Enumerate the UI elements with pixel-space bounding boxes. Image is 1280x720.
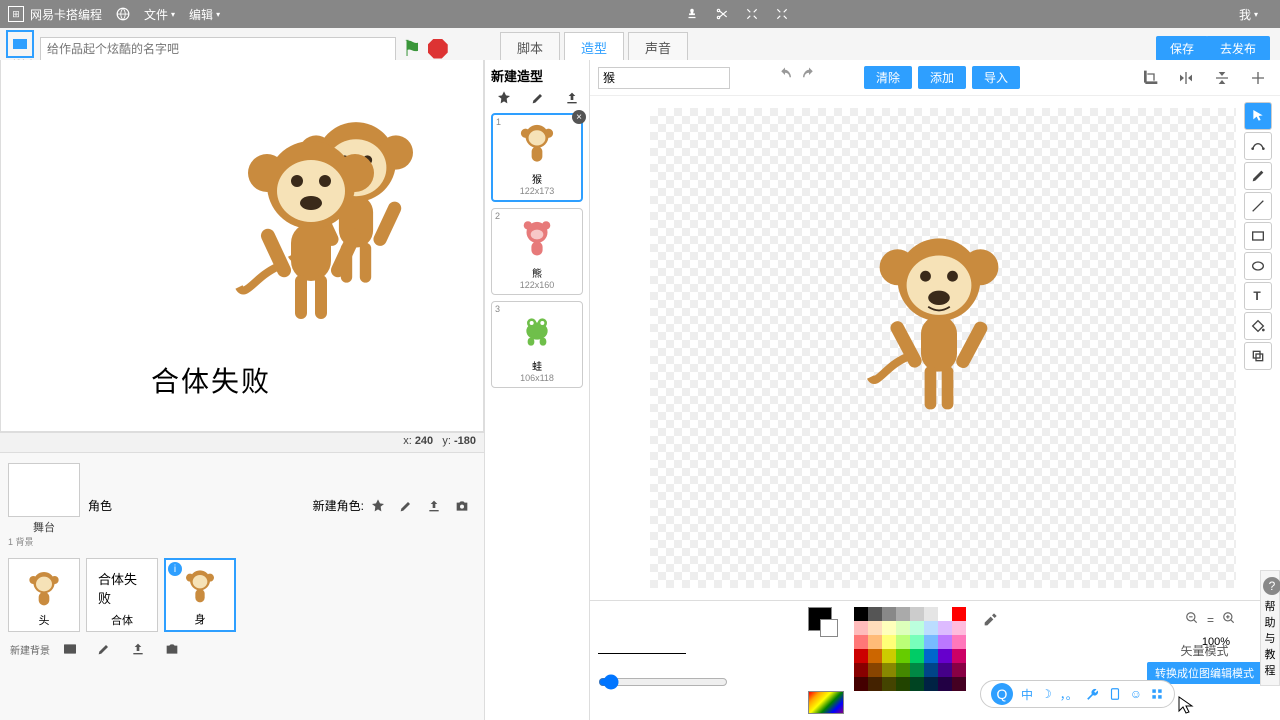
stamp-icon[interactable] [683,5,701,23]
canvas-content [849,223,1029,423]
stage: 合体失败 [0,60,484,432]
flip-h-icon[interactable] [1177,69,1195,87]
duplicate-tool[interactable] [1244,342,1272,370]
rect-tool[interactable] [1244,222,1272,250]
brush-size-slider[interactable] [598,674,728,690]
pencil-tool[interactable] [1244,162,1272,190]
background-color[interactable] [820,619,838,637]
top-menu-bar: ⊞ 网易卡搭编程 文件▾ 编辑▾ 我▾ [0,0,1280,28]
select-tool[interactable] [1244,102,1272,130]
globe-icon[interactable] [116,7,130,21]
help-icon[interactable]: ? [1263,577,1280,595]
sprites-title: 角色 [88,497,112,514]
stage-thumbnail[interactable] [8,463,80,517]
undo-icon[interactable] [776,66,794,89]
clipboard-icon[interactable] [1108,687,1122,701]
stop-icon[interactable] [428,39,448,59]
mouse-cursor [1178,696,1194,716]
green-flag-icon[interactable]: ⚑ [402,36,422,62]
sprite-card-body[interactable]: i 身 [164,558,236,632]
stage-size-icon[interactable] [6,30,34,58]
import-button[interactable]: 导入 [972,66,1020,89]
help-sidebar[interactable]: ? 帮助与教程 [1260,570,1280,686]
upload-costume-icon[interactable] [564,89,580,107]
contract-icon[interactable] [773,5,791,23]
camera-backdrop-icon[interactable] [163,640,181,658]
color-picker-icon[interactable] [808,691,844,714]
stage-sublabel: 1 背景 [8,535,80,548]
fill-tool[interactable] [1244,312,1272,340]
camera-sprite-icon[interactable] [453,497,471,515]
new-sprite-label: 新建角色: [313,497,364,514]
costume-name-input[interactable] [598,67,730,89]
costume-card-3[interactable]: 3 蛙 106x118 [491,301,583,388]
expand-icon[interactable] [743,5,761,23]
save-button[interactable]: 保存 [1156,36,1208,61]
costume-title: 新建造型 [491,66,583,85]
brand-label: 网易卡搭编程 [30,6,102,23]
project-title-input[interactable] [40,37,396,61]
paint-sprite-icon[interactable] [397,497,415,515]
upload-backdrop-icon[interactable] [129,640,147,658]
reshape-tool[interactable] [1244,132,1272,160]
line-tool[interactable] [1244,192,1272,220]
upload-sprite-icon[interactable] [425,497,443,515]
text-tool[interactable]: T [1244,282,1272,310]
new-backdrop-label: 新建背景 [10,642,50,657]
mode-label: 矢量模式 [1147,642,1262,659]
zoom-out-icon[interactable] [1185,611,1199,628]
zoom-reset-icon[interactable]: = [1207,613,1214,627]
stage-sprite-front [211,120,411,330]
costume-library-icon[interactable] [496,89,512,107]
tab-costume[interactable]: 造型 [564,32,624,63]
backdrop-library-icon[interactable] [61,640,79,658]
publish-button[interactable]: 去发布 [1206,36,1270,61]
clear-button[interactable]: 清除 [864,66,912,89]
eyedropper-icon[interactable] [981,611,999,629]
flip-v-icon[interactable] [1213,69,1231,87]
sprite-card-combine[interactable]: 合体失败 合体 [86,558,158,632]
costume-card-1[interactable]: 1 × 猴 122x173 [491,113,583,202]
svg-text:T: T [1253,289,1261,303]
app-logo-icon: ⊞ [8,6,24,22]
tab-script[interactable]: 脚本 [500,32,560,63]
paint-backdrop-icon[interactable] [95,640,113,658]
stage-coords: x: 240 y: -180 [0,432,484,452]
paint-canvas[interactable] [650,108,1236,588]
ime-logo-icon: Q [991,683,1013,705]
ime-toolbar[interactable]: Q 中 ☽ ，。 ☺ [980,680,1175,708]
stage-label: 舞台 [8,519,80,535]
paint-costume-icon[interactable] [530,89,546,107]
ellipse-tool[interactable] [1244,252,1272,280]
sprite-card-head[interactable]: 头 [8,558,80,632]
brush-preview [598,653,686,654]
info-icon[interactable]: i [168,562,182,576]
add-button[interactable]: 添加 [918,66,966,89]
file-menu[interactable]: 文件▾ [144,6,175,23]
redo-icon[interactable] [800,66,818,89]
zoom-in-icon[interactable] [1222,611,1236,628]
edit-menu[interactable]: 编辑▾ [189,6,220,23]
crop-icon[interactable] [1141,69,1159,87]
tab-sound[interactable]: 声音 [628,32,688,63]
scissors-icon[interactable] [713,5,731,23]
editor-tabs: 脚本 造型 声音 [500,32,688,63]
stage-text: 合体失败 [151,360,271,400]
me-menu[interactable]: 我▾ [1239,6,1258,23]
color-palette[interactable] [854,607,966,714]
costume-card-2[interactable]: 2 熊 122x160 [491,208,583,295]
sprite-library-icon[interactable] [369,497,387,515]
center-icon[interactable] [1249,69,1267,87]
wrench-icon[interactable] [1086,687,1100,701]
close-icon[interactable]: × [572,110,586,124]
grid-icon[interactable] [1150,687,1164,701]
